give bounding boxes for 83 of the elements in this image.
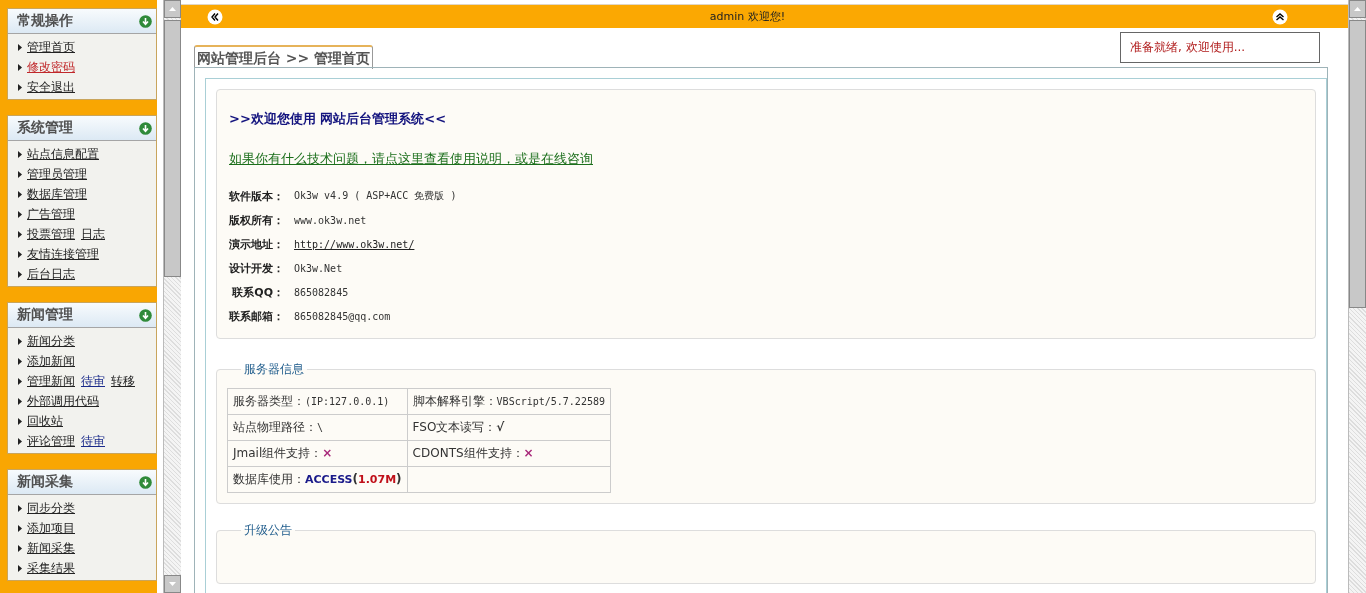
table-cell: 服务器类型：(IP:127.0.0.1) bbox=[227, 388, 408, 415]
table-cell: 站点物理路径：\ bbox=[227, 414, 408, 441]
group-legend: 服务器信息 bbox=[241, 361, 307, 378]
collapse-icon[interactable] bbox=[139, 121, 152, 135]
panel-header[interactable]: 常规操作 bbox=[8, 9, 156, 34]
bullet-icon bbox=[18, 270, 22, 278]
bullet-icon bbox=[18, 564, 22, 572]
bullet-icon bbox=[18, 83, 22, 91]
info-value: 865082845@qq.com bbox=[294, 310, 391, 322]
bullet-icon bbox=[18, 544, 22, 552]
bullet-icon bbox=[18, 230, 22, 238]
bullet-icon bbox=[18, 337, 22, 345]
panel-title: 常规操作 bbox=[17, 12, 73, 30]
bullet-icon bbox=[18, 357, 22, 365]
bullet-icon bbox=[18, 63, 22, 71]
menu-link[interactable]: 回收站 bbox=[27, 412, 63, 430]
info-label: 版权所有： bbox=[229, 213, 284, 227]
table-cell: 脚本解释引擎：VBScript/5.7.22589 bbox=[407, 388, 611, 415]
menu-link[interactable]: 待审 bbox=[81, 432, 105, 450]
info-label: 演示地址： bbox=[229, 237, 284, 251]
collapse-icon[interactable] bbox=[139, 308, 152, 322]
table-cell: FSO文本读写：√ bbox=[407, 414, 611, 441]
breadcrumb-tab[interactable]: 网站管理后台 >> 管理首页 bbox=[194, 45, 374, 69]
collapse-icon[interactable] bbox=[139, 475, 152, 489]
menu-link[interactable]: 添加项目 bbox=[27, 519, 75, 537]
bullet-icon bbox=[18, 210, 22, 218]
bullet-icon bbox=[18, 377, 22, 385]
info-value: Ok3w.Net bbox=[294, 262, 343, 274]
bullet-icon bbox=[18, 43, 22, 51]
table-cell: 数据库使用：ACCESS(1.07M) bbox=[227, 466, 408, 493]
table-cell: Jmail组件支持：× bbox=[227, 440, 408, 467]
menu-link[interactable]: 添加新闻 bbox=[27, 352, 75, 370]
menu-link[interactable]: 转移 bbox=[111, 372, 135, 390]
panel-header[interactable]: 新闻采集 bbox=[8, 470, 156, 495]
welcome-heading: >>欢迎您使用 网站后台管理系统<< bbox=[229, 110, 448, 128]
bullet-icon bbox=[18, 437, 22, 445]
panel-title: 新闻管理 bbox=[17, 306, 73, 324]
info-value: www.ok3w.net bbox=[294, 214, 367, 226]
menu-link[interactable]: 同步分类 bbox=[27, 499, 75, 517]
panel-header[interactable]: 新闻管理 bbox=[8, 303, 156, 328]
menu-link[interactable]: 数据库管理 bbox=[27, 185, 87, 203]
menu-link[interactable]: 新闻采集 bbox=[27, 539, 75, 557]
panel-header[interactable]: 系统管理 bbox=[8, 116, 156, 141]
menu-link[interactable]: 采集结果 bbox=[27, 559, 75, 577]
scrollbar[interactable] bbox=[1348, 0, 1366, 593]
info-value: 865082845 bbox=[294, 286, 349, 298]
bullet-icon bbox=[18, 524, 22, 532]
group-legend: 升级公告 bbox=[241, 522, 295, 539]
bullet-icon bbox=[18, 397, 22, 405]
bullet-icon bbox=[18, 150, 22, 158]
info-label: 设计开发： bbox=[229, 261, 284, 275]
collapse-icon[interactable] bbox=[139, 14, 152, 28]
bullet-icon bbox=[18, 250, 22, 258]
panel-title: 新闻采集 bbox=[17, 473, 73, 491]
menu-link[interactable]: 管理首页 bbox=[27, 38, 75, 56]
menu-link[interactable]: 待审 bbox=[81, 372, 105, 390]
bullet-icon bbox=[18, 170, 22, 178]
menu-link[interactable]: 修改密码 bbox=[27, 58, 75, 76]
bullet-icon bbox=[18, 190, 22, 198]
menu-link[interactable]: 管理新闻 bbox=[27, 372, 75, 390]
menu-link[interactable]: 站点信息配置 bbox=[27, 145, 99, 163]
menu-link[interactable]: 安全退出 bbox=[27, 78, 75, 96]
bullet-icon bbox=[18, 417, 22, 425]
demo-link[interactable]: http://www.ok3w.net/ bbox=[294, 238, 415, 250]
panel-title: 系统管理 bbox=[17, 119, 73, 137]
status-message: 准备就绪, 欢迎使用... bbox=[1120, 32, 1320, 63]
menu-link[interactable]: 友情连接管理 bbox=[27, 245, 99, 263]
menu-link[interactable]: 广告管理 bbox=[27, 205, 75, 223]
help-link[interactable]: 如果你有什么技术问题，请点这里查看使用说明，或是在线咨询 bbox=[229, 150, 593, 168]
menu-link[interactable]: 管理员管理 bbox=[27, 165, 87, 183]
menu-link[interactable]: 投票管理 bbox=[27, 225, 75, 243]
menu-link[interactable]: 后台日志 bbox=[27, 265, 75, 283]
table-cell: CDONTS组件支持：× bbox=[407, 440, 611, 467]
info-value: Ok3w v4.9 ( ASP+ACC 免费版 ) bbox=[294, 190, 457, 201]
menu-link[interactable]: 外部调用代码 bbox=[27, 392, 99, 410]
info-label: 联系邮箱： bbox=[229, 309, 284, 323]
bullet-icon bbox=[18, 504, 22, 512]
greeting-text: admin 欢迎您! bbox=[709, 9, 786, 24]
menu-link[interactable]: 评论管理 bbox=[27, 432, 75, 450]
info-label: 软件版本： bbox=[229, 189, 284, 203]
info-label: 联系QQ： bbox=[232, 285, 284, 299]
menu-link[interactable]: 日志 bbox=[81, 225, 105, 243]
menu-link[interactable]: 新闻分类 bbox=[27, 332, 75, 350]
